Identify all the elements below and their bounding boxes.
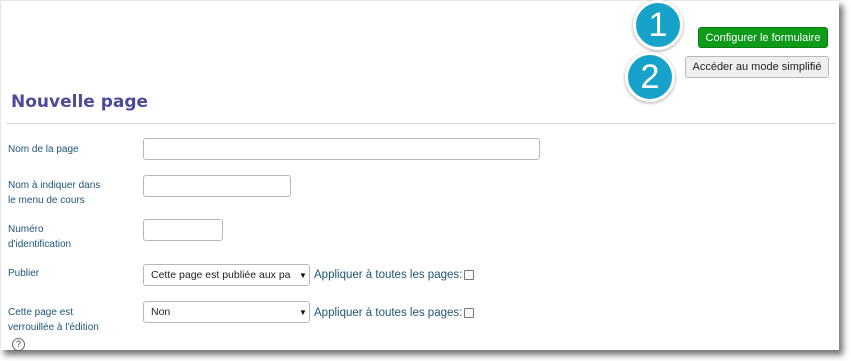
locked-select[interactable]: Non ▼ bbox=[143, 301, 310, 323]
divider bbox=[6, 123, 836, 124]
menu-name-label-line2: le menu de cours bbox=[8, 195, 85, 206]
id-number-label-line2: d'identification bbox=[8, 239, 72, 250]
page-title: Nouvelle page bbox=[11, 92, 149, 112]
callout-badge-2: 2 bbox=[625, 52, 675, 102]
publish-select[interactable]: Cette page est publiée aux pa ▼ bbox=[143, 264, 310, 286]
id-number-label: Numéro d'identification bbox=[8, 222, 71, 252]
page-name-input[interactable] bbox=[143, 138, 540, 160]
publish-select-value: Cette page est publiée aux pa bbox=[151, 269, 291, 281]
locked-select-value: Non bbox=[151, 306, 171, 318]
publish-apply-all: Appliquer à toutes les pages: bbox=[314, 269, 475, 281]
publish-apply-all-checkbox[interactable] bbox=[464, 270, 475, 280]
locked-label: Cette page est verrouillée à l'édition bbox=[8, 305, 99, 335]
menu-name-label-line1: Nom à indiquer dans bbox=[8, 180, 101, 191]
locked-label-line1: Cette page est bbox=[8, 307, 74, 318]
page-name-label: Nom de la page bbox=[8, 144, 79, 155]
callout-badge-1: 1 bbox=[633, 0, 683, 50]
configure-form-button[interactable]: Configurer le formulaire bbox=[698, 27, 828, 48]
dropdown-arrow-icon: ▼ bbox=[299, 270, 307, 280]
locked-apply-all-label: Appliquer à toutes les pages: bbox=[314, 307, 463, 319]
locked-apply-all-checkbox[interactable] bbox=[464, 308, 475, 318]
menu-name-input[interactable] bbox=[143, 175, 291, 197]
simple-mode-button[interactable]: Accéder au mode simplifié bbox=[685, 56, 829, 78]
dropdown-arrow-icon: ▼ bbox=[299, 307, 307, 317]
locked-label-line2: verrouillée à l'édition bbox=[8, 322, 99, 333]
id-number-label-line1: Numéro bbox=[8, 224, 44, 235]
help-icon[interactable]: ? bbox=[12, 338, 25, 351]
publish-label: Publier bbox=[8, 268, 40, 279]
id-number-input[interactable] bbox=[143, 219, 223, 241]
locked-apply-all: Appliquer à toutes les pages: bbox=[314, 307, 475, 319]
menu-name-label: Nom à indiquer dans le menu de cours bbox=[8, 178, 100, 208]
publish-apply-all-label: Appliquer à toutes les pages: bbox=[314, 269, 463, 281]
page-frame: Configurer le formulaire Accéder au mode… bbox=[0, 0, 839, 351]
